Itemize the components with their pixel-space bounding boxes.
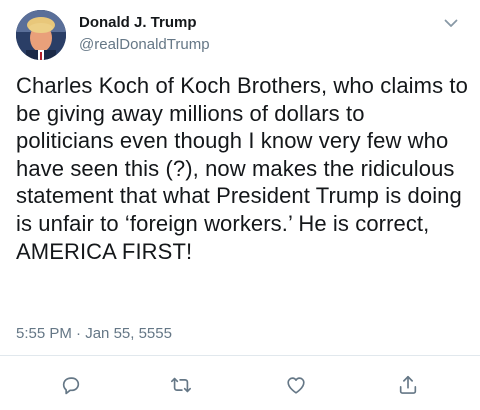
chevron-down-icon[interactable] bbox=[442, 16, 460, 30]
author-display-name[interactable]: Donald J. Trump bbox=[79, 13, 210, 33]
avatar[interactable] bbox=[16, 10, 66, 60]
heart-icon bbox=[287, 377, 305, 394]
tweet-card: Donald J. Trump @realDonaldTrump Charles… bbox=[0, 0, 480, 410]
tweet-timestamp[interactable]: 5:55 PM · Jan 55, 5555 bbox=[16, 324, 172, 344]
timestamp-separator: · bbox=[76, 325, 82, 342]
author-handle[interactable]: @realDonaldTrump bbox=[79, 35, 210, 55]
author-names: Donald J. Trump @realDonaldTrump bbox=[79, 13, 210, 55]
reply-button[interactable] bbox=[56, 370, 86, 400]
share-button[interactable] bbox=[393, 370, 423, 400]
tweet-time: 5:55 PM bbox=[16, 325, 72, 342]
tweet-actions bbox=[0, 370, 480, 400]
avatar-image bbox=[16, 10, 66, 60]
retweet-button[interactable] bbox=[166, 370, 196, 400]
tweet-text: Charles Koch of Koch Brothers, who claim… bbox=[16, 73, 475, 264]
share-icon bbox=[399, 375, 417, 394]
tweet-date: Jan 55, 5555 bbox=[85, 325, 172, 342]
retweet-icon bbox=[171, 377, 191, 393]
divider bbox=[0, 355, 480, 356]
like-button[interactable] bbox=[281, 370, 311, 400]
reply-icon bbox=[62, 377, 80, 395]
tweet-header: Donald J. Trump @realDonaldTrump bbox=[16, 10, 466, 66]
